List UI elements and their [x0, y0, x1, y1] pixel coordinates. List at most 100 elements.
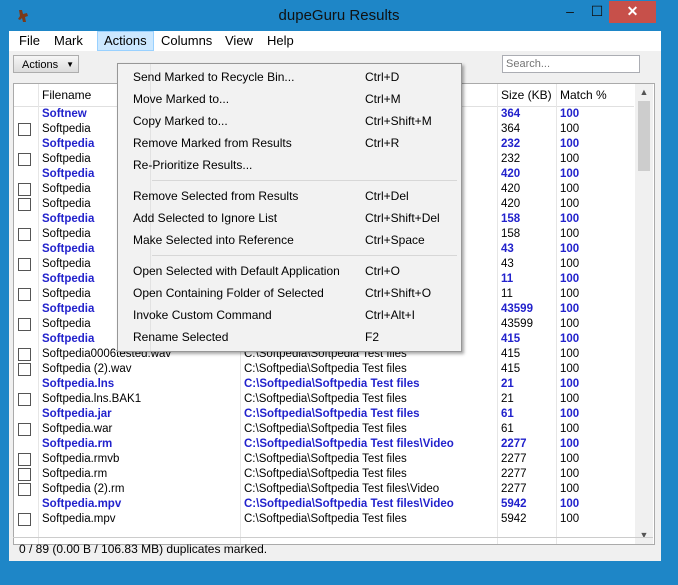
- close-button[interactable]: ✕: [609, 1, 656, 23]
- menu-item[interactable]: Open Selected with Default Application Ct…: [118, 260, 461, 282]
- mark-checkbox[interactable]: [18, 393, 31, 406]
- menu-item-label: Send Marked to Recycle Bin...: [133, 70, 295, 84]
- cell-folder: C:\Softpedia\Softpedia Test files: [244, 378, 420, 390]
- cell-match: 100: [560, 408, 580, 420]
- menu-item[interactable]: Move Marked to... Ctrl+M: [118, 88, 461, 110]
- menu-item-label: Open Selected with Default Application: [133, 264, 340, 278]
- header-filename[interactable]: Filename: [42, 88, 91, 102]
- menu-actions[interactable]: Actions: [97, 31, 154, 51]
- cell-filename: Softpedia.rm: [42, 468, 108, 480]
- mark-checkbox[interactable]: [18, 183, 31, 196]
- cell-match: 100: [560, 348, 580, 360]
- menu-item-label: Remove Selected from Results: [133, 189, 299, 203]
- mark-checkbox[interactable]: [18, 258, 31, 271]
- mark-checkbox[interactable]: [18, 423, 31, 436]
- menu-item[interactable]: Rename Selected F2: [118, 326, 461, 348]
- maximize-button[interactable]: ☐: [583, 1, 611, 23]
- table-row[interactable]: Softpedia.lns C:\Softpedia\Softpedia Test…: [14, 377, 634, 392]
- mark-checkbox[interactable]: [18, 483, 31, 496]
- table-row[interactable]: Softpedia (2).rm C:\Softpedia\Softpedia T…: [14, 482, 634, 497]
- header-size[interactable]: Size (KB): [501, 88, 552, 102]
- mark-checkbox[interactable]: [18, 153, 31, 166]
- cell-folder: C:\Softpedia\Softpedia Test files: [244, 408, 420, 420]
- cell-filename: Softpedia (2).wav: [42, 363, 132, 375]
- mark-checkbox[interactable]: [18, 228, 31, 241]
- mark-checkbox[interactable]: [18, 468, 31, 481]
- menu-view[interactable]: View: [219, 32, 259, 50]
- menu-item[interactable]: Re-Prioritize Results...: [118, 154, 461, 176]
- cell-size: 420: [501, 168, 521, 180]
- menu-item-shortcut: Ctrl+R: [365, 136, 400, 150]
- mark-checkbox[interactable]: [18, 318, 31, 331]
- mark-checkbox[interactable]: [18, 198, 31, 211]
- header-match[interactable]: Match %: [560, 88, 607, 102]
- cell-match: 100: [560, 183, 580, 195]
- menu-item[interactable]: Remove Marked from Results Ctrl+R: [118, 132, 461, 154]
- actions-label: Actions: [22, 59, 59, 71]
- menu-item-shortcut: Ctrl+O: [365, 264, 401, 278]
- cell-size: 364: [501, 123, 521, 135]
- menu-item[interactable]: Copy Marked to... Ctrl+Shift+M: [118, 110, 461, 132]
- mark-checkbox[interactable]: [18, 453, 31, 466]
- vertical-scrollbar[interactable]: ▲ ▼: [635, 84, 653, 544]
- mark-checkbox[interactable]: [18, 123, 31, 136]
- table-row[interactable]: Softpedia.lns.BAK1 C:\Softpedia\Softpedia…: [14, 392, 634, 407]
- cell-match: 100: [560, 393, 580, 405]
- table-row[interactable]: Softpedia.mpv C:\Softpedia\Softpedia Test…: [14, 512, 634, 527]
- cell-match: 100: [560, 423, 580, 435]
- menu-mark[interactable]: Mark: [48, 32, 89, 50]
- menu-item-label: Open Containing Folder of Selected: [133, 286, 324, 300]
- mark-checkbox[interactable]: [18, 288, 31, 301]
- mark-checkbox[interactable]: [18, 348, 31, 361]
- cell-filename: Softpedia.lns.BAK1: [42, 393, 142, 405]
- cell-size: 43: [501, 258, 514, 270]
- mark-checkbox[interactable]: [18, 363, 31, 376]
- cell-size: 415: [501, 363, 521, 375]
- cell-filename: Softpedia.lns: [42, 378, 115, 390]
- cell-match: 100: [560, 483, 580, 495]
- menu-item-shortcut: F2: [365, 330, 380, 344]
- menu-item[interactable]: Add Selected to Ignore List Ctrl+Shift+De…: [118, 207, 461, 229]
- minimize-button[interactable]: –: [556, 1, 584, 23]
- menu-item[interactable]: Make Selected into Reference Ctrl+Space: [118, 229, 461, 251]
- cell-size: 43: [501, 243, 514, 255]
- menu-item[interactable]: Remove Selected from Results Ctrl+Del: [118, 185, 461, 207]
- status-bar: 0 / 89 (0.00 B / 106.83 MB) duplicates m…: [13, 537, 653, 559]
- cell-size: 21: [501, 378, 514, 390]
- cell-size: 415: [501, 348, 521, 360]
- menu-item-label: Invoke Custom Command: [133, 308, 272, 322]
- table-row[interactable]: Softpedia (2).wav C:\Softpedia\Softpedia …: [14, 362, 634, 377]
- cell-match: 100: [560, 198, 580, 210]
- cell-size: 11: [501, 273, 514, 285]
- menu-separator: [152, 255, 457, 256]
- menu-columns[interactable]: Columns: [155, 32, 218, 50]
- search-input[interactable]: [502, 55, 640, 73]
- scroll-up-icon[interactable]: ▲: [635, 84, 653, 101]
- menu-item[interactable]: Send Marked to Recycle Bin... Ctrl+D: [118, 66, 461, 88]
- table-row[interactable]: Softpedia.jar C:\Softpedia\Softpedia Test…: [14, 407, 634, 422]
- scroll-thumb[interactable]: [638, 101, 650, 171]
- menu-item-label: Move Marked to...: [133, 92, 230, 106]
- cell-match: 100: [560, 363, 580, 375]
- cell-size: 43599: [501, 318, 533, 330]
- cell-folder: C:\Softpedia\Softpedia Test files\Video: [244, 498, 454, 510]
- menu-separator: [152, 180, 457, 181]
- cell-match: 100: [560, 378, 580, 390]
- menu-item-shortcut: Ctrl+D: [365, 70, 400, 84]
- cell-filename: Softpedia.mpv: [42, 513, 116, 525]
- menu-item-shortcut: Ctrl+Space: [365, 233, 425, 247]
- table-row[interactable]: Softpedia.rm C:\Softpedia\Softpedia Test …: [14, 467, 634, 482]
- table-row[interactable]: Softpedia.mpv C:\Softpedia\Softpedia Test…: [14, 497, 634, 512]
- cell-size: 158: [501, 228, 521, 240]
- table-row[interactable]: Softpedia.war C:\Softpedia\Softpedia Test…: [14, 422, 634, 437]
- menu-item[interactable]: Invoke Custom Command Ctrl+Alt+I: [118, 304, 461, 326]
- menu-file[interactable]: File: [13, 32, 46, 50]
- menu-item[interactable]: Open Containing Folder of Selected Ctrl+S…: [118, 282, 461, 304]
- menu-help[interactable]: Help: [261, 32, 300, 50]
- table-row[interactable]: Softpedia.rmvb C:\Softpedia\Softpedia Tes…: [14, 452, 634, 467]
- table-row[interactable]: Softpedia.rm C:\Softpedia\Softpedia Test …: [14, 437, 634, 452]
- cell-folder: C:\Softpedia\Softpedia Test files\Video: [244, 438, 454, 450]
- title-bar: dupeGuru Results – ☐ ✕: [1, 1, 677, 31]
- actions-button[interactable]: Actions ▼: [13, 55, 79, 73]
- mark-checkbox[interactable]: [18, 513, 31, 526]
